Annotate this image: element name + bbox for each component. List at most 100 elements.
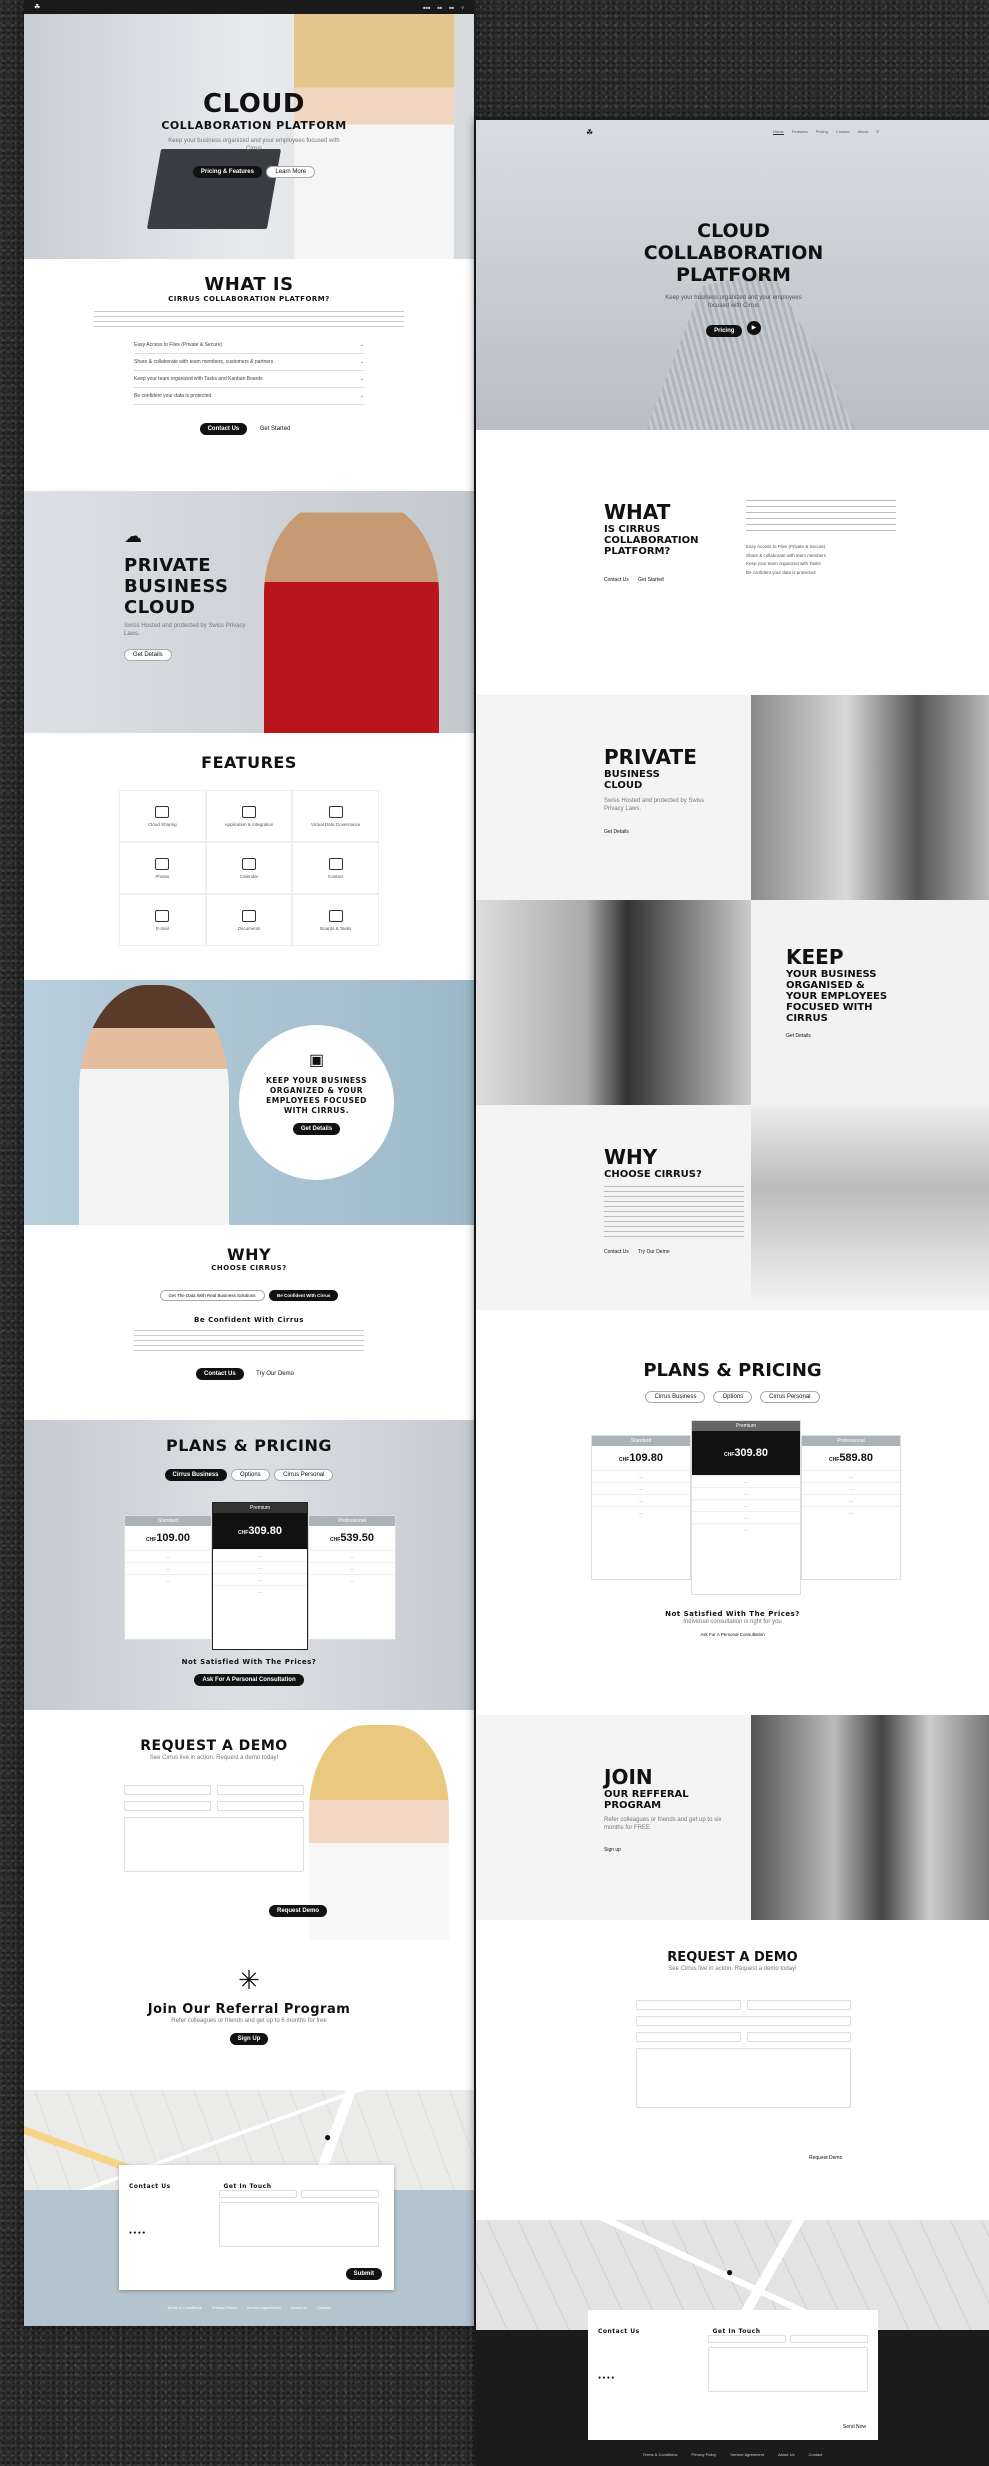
plan-card-professional[interactable]: Professional CHF589.80 — — — — xyxy=(801,1435,901,1580)
hero-title: CLOUD xyxy=(202,89,306,119)
footer-link[interactable]: Contact xyxy=(809,2452,823,2457)
consultation-link[interactable]: Ask For A Personal Consultation xyxy=(476,1632,989,1637)
why-contact-button[interactable]: Contact Us xyxy=(196,1368,244,1380)
plan-card-premium[interactable]: Premium CHF309.80 — — — — xyxy=(212,1502,308,1650)
footer-link[interactable]: About Us xyxy=(291,2305,307,2310)
footer-link[interactable]: Privacy Policy xyxy=(691,2452,716,2457)
email-field[interactable] xyxy=(301,2190,379,2198)
message-field[interactable] xyxy=(124,1817,304,1872)
learn-more-button[interactable]: Learn More xyxy=(266,165,316,178)
list-item[interactable]: Share & collaborate with team members, c… xyxy=(134,354,364,371)
why-tab-2[interactable]: Be Confident With Cirrus xyxy=(268,1290,339,1301)
plan-price: CHF109.00 xyxy=(146,1532,190,1544)
phone-field[interactable] xyxy=(217,1801,304,1811)
map-pin-icon[interactable]: ● xyxy=(726,2265,733,2279)
feature-item[interactable]: Application & Integration xyxy=(205,790,293,842)
plan-tab-options[interactable]: Options xyxy=(230,1469,270,1481)
logo-icon[interactable]: ☘ xyxy=(34,3,40,11)
nav-item[interactable]: ■■ xyxy=(437,5,442,10)
get-started-link[interactable]: Get Started xyxy=(638,577,664,583)
email-field[interactable] xyxy=(636,2016,851,2026)
message-field[interactable] xyxy=(636,2048,851,2108)
footer-link[interactable]: About Us xyxy=(778,2452,794,2457)
nav-item[interactable]: ■■ xyxy=(449,5,454,10)
list-item[interactable]: Be confident your data is protected ⌄ xyxy=(134,388,364,405)
footer-link[interactable]: Service Agreement xyxy=(247,2305,281,2310)
country-field[interactable] xyxy=(746,2032,851,2042)
request-demo-button[interactable]: Request Demo xyxy=(269,1905,328,1917)
keep-details-link[interactable]: Get Details xyxy=(786,1033,811,1039)
nav-item[interactable]: About xyxy=(858,129,868,135)
integration-icon xyxy=(241,805,256,818)
get-details-link[interactable]: Get Details xyxy=(604,829,629,835)
feature-item[interactable]: Cloud Sharing xyxy=(119,790,206,842)
plan-tab-business[interactable]: Cirrus Business xyxy=(645,1391,706,1403)
plan-card-premium[interactable]: Premium CHF309.80 — — — — — xyxy=(691,1420,801,1595)
send-now-link[interactable]: Send Now xyxy=(843,2424,866,2430)
plan-tab-personal[interactable]: Cirrus Personal xyxy=(274,1469,334,1481)
nav-item[interactable]: Contact xyxy=(836,129,850,135)
feature-item[interactable]: Virtual Data Governance xyxy=(292,790,379,842)
sign-up-link[interactable]: Sign up xyxy=(604,1847,621,1853)
contact-us-link[interactable]: Contact Us xyxy=(604,577,629,583)
plan-tab-business[interactable]: Cirrus Business xyxy=(164,1469,227,1481)
consultation-button[interactable]: Ask For A Personal Consultation xyxy=(194,1674,304,1686)
message-field[interactable] xyxy=(219,2202,379,2247)
plan-card-standard[interactable]: Standard CHF109.80 — — — — xyxy=(591,1435,691,1580)
try-demo-link[interactable]: Try Our Demo xyxy=(638,1249,669,1255)
last-name-field[interactable] xyxy=(217,1785,304,1795)
why-demo-button[interactable]: Try Our Demo xyxy=(248,1369,302,1379)
chevron-down-icon: ⌄ xyxy=(359,376,364,382)
get-details-button[interactable]: Get Details xyxy=(124,648,172,661)
get-started-button[interactable]: Get Started xyxy=(251,424,299,434)
email-field[interactable] xyxy=(790,2335,868,2343)
email-field[interactable] xyxy=(124,1801,211,1811)
demo-form xyxy=(124,1785,304,1872)
plan-card-professional[interactable]: Professional CHF539.50 — — — xyxy=(308,1515,396,1640)
nav-item[interactable]: Pricing xyxy=(816,129,828,135)
map-pin-icon[interactable]: ● xyxy=(324,2130,331,2144)
footer-link[interactable]: Terms & Conditions xyxy=(167,2305,202,2310)
search-icon[interactable]: ⚲ xyxy=(461,5,464,10)
nav-item[interactable]: Features xyxy=(792,129,808,135)
footer-link[interactable]: Privacy Policy xyxy=(212,2305,237,2310)
feature-item[interactable]: Boards & Tasks xyxy=(292,894,379,946)
list-item[interactable]: Easy Access to Files (Private & Secure) ⌄ xyxy=(134,337,364,354)
footer-link[interactable]: Service Agreement xyxy=(730,2452,764,2457)
contact-us-button[interactable]: Contact Us xyxy=(199,423,248,435)
request-demo-link[interactable]: Request Demo xyxy=(809,2155,842,2161)
list-item[interactable]: Keep your team organized with Tasks and … xyxy=(134,371,364,388)
feature-item[interactable]: Documents xyxy=(205,894,293,946)
footer-link[interactable]: Terms & Conditions xyxy=(643,2452,678,2457)
why-tab-1[interactable]: Get The Data With Real Business Solution… xyxy=(159,1290,265,1301)
company-field[interactable] xyxy=(636,2032,741,2042)
feature-item[interactable]: Contact xyxy=(292,842,379,894)
play-icon[interactable]: ▶ xyxy=(746,320,761,335)
sign-up-button[interactable]: Sign Up xyxy=(229,2033,269,2046)
last-name-field[interactable] xyxy=(746,2000,851,2010)
contact-us-link[interactable]: Contact Us xyxy=(604,1249,629,1255)
social-icons[interactable]: ● ● ● ● xyxy=(598,2375,614,2381)
submit-button[interactable]: Submit xyxy=(345,2268,382,2280)
logo-icon[interactable]: ☘ xyxy=(586,128,593,137)
name-field[interactable] xyxy=(219,2190,297,2198)
keep-details-button[interactable]: Get Details xyxy=(292,1122,341,1135)
plan-tab-options[interactable]: Options xyxy=(713,1391,753,1403)
first-name-field[interactable] xyxy=(124,1785,211,1795)
search-icon[interactable]: ⚲ xyxy=(876,129,879,135)
pricing-button[interactable]: Pricing xyxy=(706,324,743,337)
feature-item[interactable]: Calendar xyxy=(205,842,293,894)
footer-link[interactable]: Contact xyxy=(317,2305,331,2310)
nav-item[interactable]: ■■■ xyxy=(423,5,430,10)
plans-title: PLANS & PRICING xyxy=(643,1360,822,1381)
plan-card-standard[interactable]: Standard CHF109.00 — — — xyxy=(124,1515,212,1640)
nav-item[interactable]: Home xyxy=(773,129,784,135)
name-field[interactable] xyxy=(708,2335,786,2343)
feature-item[interactable]: E-mail xyxy=(119,894,206,946)
plan-tab-personal[interactable]: Cirrus Personal xyxy=(760,1391,820,1403)
social-icons[interactable]: ● ● ● ● xyxy=(129,2230,145,2236)
message-field[interactable] xyxy=(708,2347,868,2392)
feature-item[interactable]: Photos xyxy=(119,842,206,894)
first-name-field[interactable] xyxy=(636,2000,741,2010)
pricing-features-button[interactable]: Pricing & Features xyxy=(192,165,262,178)
